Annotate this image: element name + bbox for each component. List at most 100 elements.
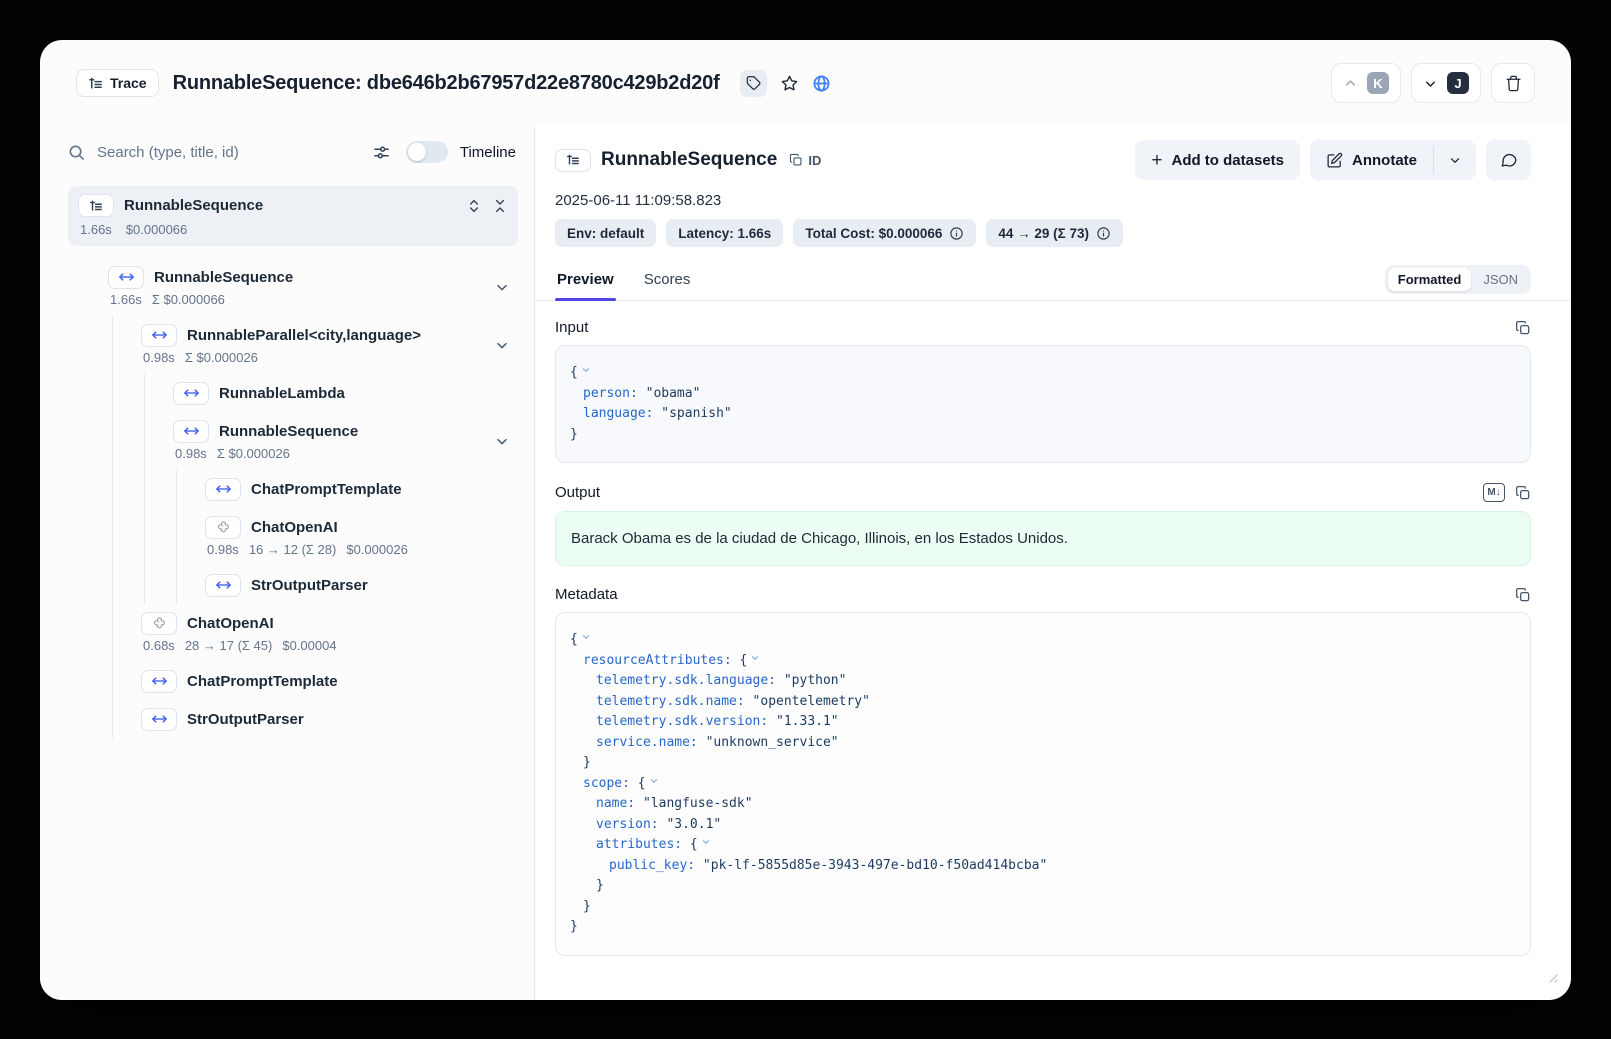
tree-children: RunnableParallel<city,language> 0.98sΣ $0…: [112, 316, 518, 738]
filter-sliders-icon[interactable]: [373, 144, 390, 161]
json-close-brace: }: [570, 427, 578, 442]
tree-node-label: ChatPromptTemplate: [251, 481, 402, 498]
json-line: public_key: "pk-lf-5855d85e-3943-497e-bd…: [570, 856, 1516, 877]
trace-header-actions: K J: [1331, 63, 1535, 103]
globe-icon[interactable]: [812, 74, 831, 93]
json-close-brace: }: [596, 878, 604, 893]
annotate-menu-chevron[interactable]: [1434, 140, 1476, 180]
tab-preview[interactable]: Preview: [555, 271, 616, 300]
format-option-formatted[interactable]: Formatted: [1388, 268, 1472, 291]
tree-node-stroutputparser[interactable]: StrOutputParser: [113, 700, 518, 738]
tree-node-runnableparallel-city-language[interactable]: RunnableParallel<city,language>: [113, 316, 518, 354]
metric-badges-row: Env: defaultLatency: 1.66sTotal Cost: $0…: [555, 219, 1531, 247]
metric-badge: Total Cost: $0.000066: [793, 219, 976, 247]
avatar-j: J: [1447, 72, 1469, 94]
timeline-toggle[interactable]: [406, 141, 448, 163]
generation-icon: [141, 612, 177, 635]
desktop: { "colors": { "accent": "#4f46e5", "span…: [0, 0, 1611, 1039]
tree-node-chatprompttemplate[interactable]: ChatPromptTemplate: [113, 662, 518, 700]
json-line: }: [570, 917, 1516, 938]
json-string-value: "obama": [646, 386, 701, 401]
output-text: Barack Obama es de la ciudad de Chicago,…: [555, 511, 1531, 566]
chevron-down-icon[interactable]: [701, 837, 711, 847]
trace-title-icons: [740, 70, 831, 97]
chevron-down-icon[interactable]: [750, 653, 760, 663]
tree-node-label: ChatPromptTemplate: [187, 673, 338, 690]
info-icon[interactable]: [949, 226, 964, 241]
next-trace-button[interactable]: J: [1411, 63, 1481, 103]
chevron-down-icon[interactable]: [649, 776, 659, 786]
span-arrow-icon: [173, 382, 209, 405]
tree-node-chatprompttemplate[interactable]: ChatPromptTemplate: [177, 470, 518, 508]
comment-button[interactable]: [1486, 140, 1531, 180]
json-key: version:: [596, 817, 659, 832]
observation-tree: RunnableSequence1.66sΣ $0.000066Runnable…: [68, 258, 518, 738]
search-input[interactable]: [97, 144, 361, 161]
json-string-value: "1.33.1": [776, 714, 839, 729]
tree-node-wrapper: ChatPromptTemplate: [113, 662, 518, 700]
json-line: service.name: "unknown_service": [570, 733, 1516, 754]
tree-node-runnablesequence[interactable]: RunnableSequence: [68, 258, 518, 296]
copy-id-group[interactable]: ID: [789, 153, 821, 168]
input-section-header: Input: [555, 319, 1531, 336]
chevron-down-icon[interactable]: [494, 279, 510, 295]
metadata-json-viewer: {resourceAttributes: {telemetry.sdk.lang…: [555, 612, 1531, 956]
tree-node-wrapper: RunnableSequence1.66sΣ $0.000066Runnable…: [68, 258, 518, 738]
trace-tree-sidebar: Timeline RunnableSequence: [40, 126, 535, 1000]
metadata-section-icons: [1515, 587, 1531, 603]
json-line: }: [570, 876, 1516, 897]
span-arrow-icon: [141, 324, 177, 347]
copy-icon[interactable]: [1515, 320, 1531, 336]
previous-trace-button[interactable]: K: [1331, 63, 1401, 103]
app-window: Trace RunnableSequence: dbe646b2b67957d2…: [40, 40, 1571, 1000]
json-line: {: [570, 630, 1516, 651]
copy-icon[interactable]: [1515, 485, 1531, 501]
json-key: service.name:: [596, 735, 698, 750]
tab-scores[interactable]: Scores: [642, 271, 693, 300]
chevron-down-icon[interactable]: [581, 365, 591, 375]
json-string-value: "python": [784, 673, 847, 688]
cost-value: $0.000066: [126, 222, 187, 237]
trace-title: RunnableSequence: dbe646b2b67957d22e8780…: [173, 72, 720, 95]
star-icon[interactable]: [780, 74, 799, 93]
json-key: telemetry.sdk.language:: [596, 673, 776, 688]
markdown-toggle-icon[interactable]: M↓: [1483, 483, 1505, 502]
tree-root-row-selected[interactable]: RunnableSequence: [68, 186, 518, 246]
json-string-value: "pk-lf-5855d85e-3943-497e-bd10-f50ad414b…: [703, 858, 1047, 873]
json-string-value: "langfuse-sdk": [643, 796, 753, 811]
json-string-value: "spanish": [661, 406, 731, 421]
tree-node-runnablelambda[interactable]: RunnableLambda: [145, 374, 518, 412]
window-body: Timeline RunnableSequence: [40, 126, 1571, 1000]
metric-badge-text: 44 → 29 (Σ 73): [998, 226, 1089, 241]
tree-node-metrics: 0.68s28 → 17 (Σ 45)$0.00004: [113, 638, 518, 662]
tree-node-chatopenai[interactable]: ChatOpenAI: [177, 508, 518, 546]
tree-children: ChatPromptTemplate ChatOpenAI 0.98s16 → 12…: [176, 470, 518, 604]
metric-badge: Latency: 1.66s: [666, 219, 783, 247]
tree-node-chatopenai[interactable]: ChatOpenAI: [113, 604, 518, 642]
tree-node-stroutputparser[interactable]: StrOutputParser: [177, 566, 518, 604]
tag-icon[interactable]: [740, 70, 767, 97]
resize-grip-icon[interactable]: [1545, 970, 1558, 988]
tree-node-metrics: 0.98s16 → 12 (Σ 28)$0.000026: [177, 542, 518, 566]
info-icon[interactable]: [1096, 226, 1111, 241]
token-usage-value: 16 → 12 (Σ 28): [249, 542, 337, 557]
chevron-down-icon[interactable]: [494, 337, 510, 353]
chevron-down-icon[interactable]: [494, 433, 510, 449]
annotate-button[interactable]: Annotate: [1310, 140, 1433, 180]
tree-node-wrapper: ChatOpenAI0.68s28 → 17 (Σ 45)$0.00004: [113, 604, 518, 662]
tree-node-label: ChatOpenAI: [251, 519, 338, 536]
json-line: {: [570, 363, 1516, 384]
add-to-datasets-button[interactable]: + Add to datasets: [1135, 140, 1300, 180]
collapse-all-icon[interactable]: [492, 198, 508, 214]
chevron-down-icon[interactable]: [581, 632, 591, 642]
expand-all-icon[interactable]: [466, 198, 482, 214]
tree-node-runnablesequence[interactable]: RunnableSequence: [145, 412, 518, 450]
tree-node-label: StrOutputParser: [187, 711, 304, 728]
list-tree-icon: [555, 149, 591, 172]
format-option-json[interactable]: JSON: [1473, 268, 1528, 291]
tree-node-metrics: 0.98sΣ $0.000026: [145, 446, 518, 470]
metric-badge-text: Total Cost: $0.000066: [805, 226, 942, 241]
json-string-value: "opentelemetry": [753, 694, 870, 709]
copy-icon[interactable]: [1515, 587, 1531, 603]
delete-trace-button[interactable]: [1491, 63, 1535, 103]
